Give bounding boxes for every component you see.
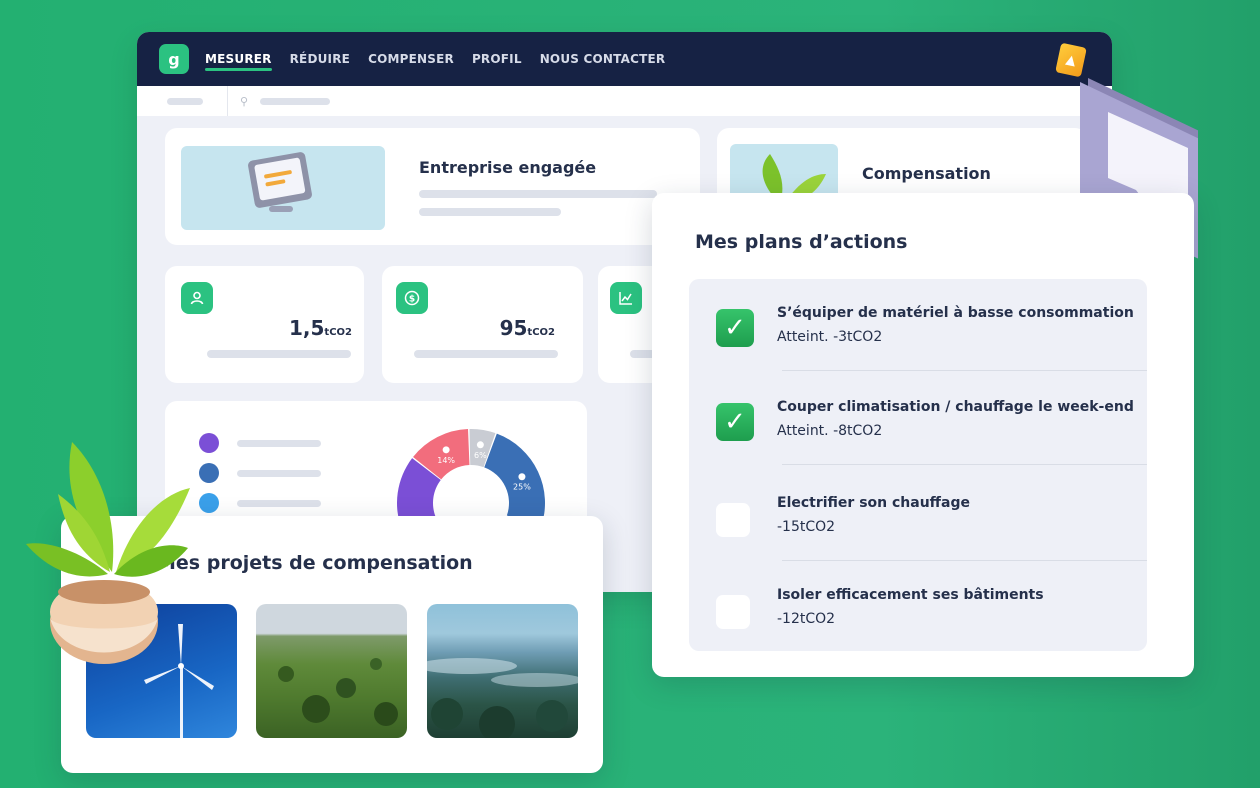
dollar-icon: $ (396, 282, 428, 314)
plan-name: Isoler efficacement ses bâtiments (777, 587, 1044, 603)
stat-card: 1,5tCO2 (165, 266, 364, 383)
stat-unit: tCO2 (527, 327, 555, 338)
text-placeholder (414, 350, 558, 358)
plan-name: Electrifier son chauffage (777, 495, 970, 511)
text-placeholder (419, 190, 657, 198)
toolbar-divider (227, 86, 228, 116)
nav-compenser[interactable]: COMPENSER (368, 32, 454, 86)
plan-name: S’équiper de matériel à basse consommati… (777, 305, 1134, 321)
category-icon (518, 473, 526, 481)
plant-pot-icon (26, 442, 190, 664)
forest-icon (427, 658, 578, 738)
svg-text:$: $ (409, 295, 415, 305)
nav-reduire[interactable]: RÉDUIRE (290, 32, 350, 86)
compensation-card-title: Compensation (862, 164, 991, 183)
donut-segment-label: 6% (474, 451, 487, 460)
company-card: Entreprise engagée (165, 128, 700, 245)
legend-dot (199, 493, 219, 513)
monitor-icon (248, 152, 312, 212)
plan-name: Couper climatisation / chauffage le week… (777, 399, 1134, 415)
divider (782, 464, 1147, 465)
checkbox-unchecked[interactable] (716, 503, 750, 537)
plan-item[interactable]: ✓ S’équiper de matériel à basse consomma… (689, 279, 1147, 371)
checkbox-checked[interactable]: ✓ (716, 309, 754, 347)
stat-number: 1,5 (288, 316, 325, 340)
text-placeholder (207, 350, 351, 358)
stat-value: 1,5tCO2 (289, 316, 352, 340)
legend-label-placeholder (237, 469, 321, 477)
category-icon (442, 446, 450, 454)
tree-icon (278, 658, 398, 726)
plan-item[interactable]: Electrifier son chauffage -15tCO2 (689, 469, 1147, 561)
user-icon (181, 282, 213, 314)
donut-segment-label: 25% (513, 483, 531, 492)
action-plans-title: Mes plans d’actions (695, 231, 908, 253)
text-placeholder (419, 208, 561, 216)
nav-nous-contacter[interactable]: NOUS CONTACTER (540, 32, 666, 86)
legend-label-placeholder (237, 499, 321, 507)
donut-segment-label: 14% (437, 456, 455, 465)
plan-status: -15tCO2 (777, 519, 836, 535)
stat-number: 95 (499, 316, 528, 340)
donut-segment (484, 433, 545, 528)
donut-legend (199, 433, 321, 513)
toolbar-placeholder (167, 97, 203, 105)
category-icon (476, 441, 484, 449)
plan-item[interactable]: ✓ Couper climatisation / chauffage le we… (689, 373, 1147, 465)
action-plans-panel: Mes plans d’actions ✓ S’équiper de matér… (652, 193, 1194, 677)
plan-status: -12tCO2 (777, 611, 836, 627)
top-navigation: g MESURER RÉDUIRE COMPENSER PROFIL NOUS … (137, 32, 1112, 86)
stat-card: $ 95tCO2 (382, 266, 583, 383)
rainforest-photo[interactable] (427, 604, 578, 738)
divider (782, 370, 1147, 371)
legend-item (199, 463, 321, 483)
stat-unit: tCO2 (324, 327, 352, 338)
nav-mesurer[interactable]: MESURER (205, 32, 272, 86)
plan-status: Atteint. -8tCO2 (777, 423, 883, 439)
stat-value: 95tCO2 (500, 316, 555, 340)
savanna-photo[interactable] (256, 604, 407, 738)
action-plans-list: ✓ S’équiper de matériel à basse consomma… (689, 279, 1147, 651)
search-icon[interactable]: ⚲ (240, 95, 248, 108)
search-placeholder[interactable] (260, 97, 331, 105)
checkbox-checked[interactable]: ✓ (716, 403, 754, 441)
chart-icon (610, 282, 642, 314)
legend-label-placeholder (237, 439, 321, 447)
legend-dot (199, 463, 219, 483)
monitor-illustration (181, 146, 385, 230)
legend-dot (199, 433, 219, 453)
legend-item (199, 493, 321, 513)
nav-profil[interactable]: PROFIL (472, 32, 522, 86)
app-logo[interactable]: g (159, 44, 189, 74)
compensation-projects-title: Mes projets de compensation (157, 552, 473, 574)
legend-item (199, 433, 321, 453)
checkbox-unchecked[interactable] (716, 595, 750, 629)
plan-status: Atteint. -3tCO2 (777, 329, 883, 345)
company-card-title: Entreprise engagée (419, 158, 597, 177)
toolbar: ⚲ (137, 86, 1112, 116)
plan-item[interactable]: Isoler efficacement ses bâtiments -12tCO… (689, 561, 1147, 653)
